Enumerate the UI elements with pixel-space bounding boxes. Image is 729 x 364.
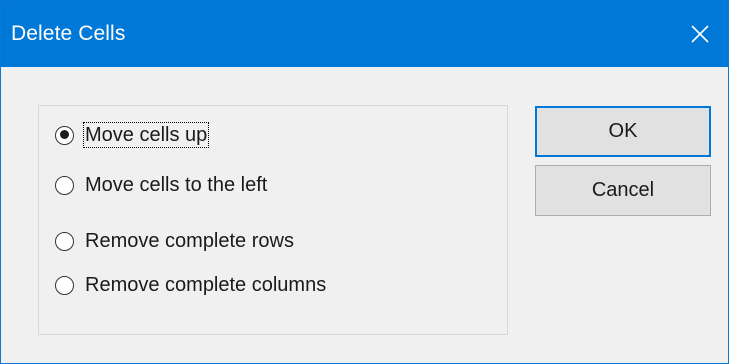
option-label: Remove complete rows [85,230,294,252]
option-label: Move cells up [82,122,210,148]
dialog-body: Move cells up Move cells to the left Rem… [1,67,728,363]
radio-move-cells-left[interactable] [55,175,74,195]
title-bar[interactable]: Delete Cells [1,1,728,67]
close-button[interactable] [672,1,728,67]
close-icon [691,25,709,43]
option-move-cells-up[interactable]: Move cells up [55,122,210,148]
radio-remove-rows[interactable] [55,231,74,251]
cancel-button[interactable]: Cancel [535,165,711,216]
option-remove-rows[interactable]: Remove complete rows [55,228,295,254]
dialog-title: Delete Cells [11,22,126,45]
ok-button[interactable]: OK [535,106,711,157]
radio-move-cells-up[interactable] [55,125,74,145]
option-label: Remove complete columns [85,274,327,296]
delete-cells-dialog: Delete Cells Move cells up Move cells to… [0,0,729,364]
radio-remove-columns[interactable] [55,275,74,295]
option-move-cells-left[interactable]: Move cells to the left [55,172,268,198]
option-label: Move cells to the left [85,174,268,196]
option-remove-columns[interactable]: Remove complete columns [55,272,327,298]
